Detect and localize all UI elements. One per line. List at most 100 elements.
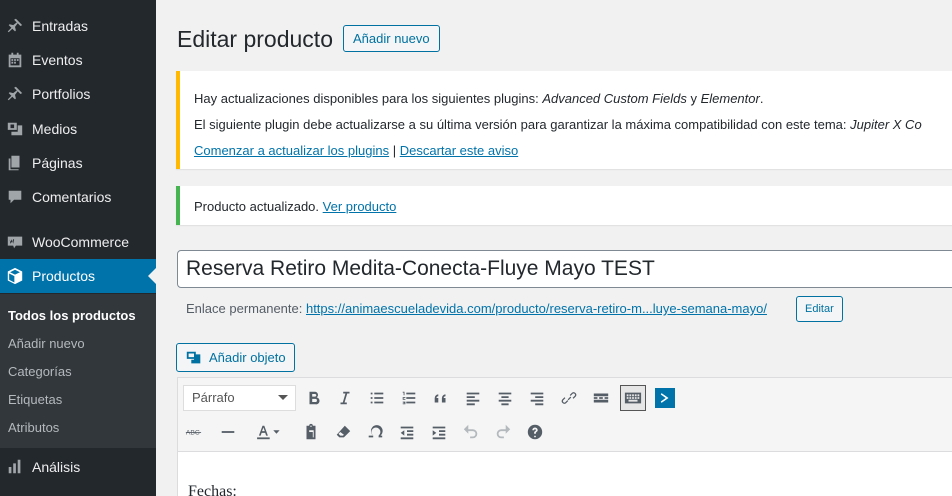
pages-icon: [5, 153, 25, 173]
notice-text: El siguiente plugin debe actualizarse a …: [194, 117, 851, 132]
clipboard-icon: [306, 423, 316, 440]
add-new-button[interactable]: Añadir nuevo: [343, 25, 440, 52]
paste-as-text-button[interactable]: [298, 419, 324, 445]
notice-text: y: [686, 91, 701, 106]
sidebar-item-label: Comentarios: [32, 189, 112, 205]
sidebar-item-comentarios[interactable]: Comentarios: [0, 180, 156, 214]
permalink-url[interactable]: https://animaescueladevida.com/producto/…: [306, 301, 767, 316]
text-color-button[interactable]: [247, 419, 287, 445]
sidebar-item-analisis[interactable]: Análisis: [0, 450, 156, 484]
bold-button[interactable]: [301, 385, 327, 411]
insert-link-button[interactable]: [556, 385, 582, 411]
align-left-icon: [466, 392, 480, 406]
sidebar-item-label: Productos: [32, 268, 96, 284]
format-select[interactable]: Párrafo: [183, 385, 296, 411]
permalink-edit-button[interactable]: Editar: [796, 296, 843, 322]
comment-icon: [5, 187, 25, 207]
plugin-name: Advanced Custom Fields: [542, 91, 687, 106]
pin-icon: [5, 16, 25, 36]
box-icon: [5, 266, 25, 286]
indent-button[interactable]: [426, 419, 452, 445]
submenu-atributos[interactable]: Atributos: [8, 420, 59, 435]
sidebar-item-label: Medios: [32, 121, 78, 137]
sidebar-item-paginas[interactable]: Páginas: [0, 146, 156, 180]
arrow-right-icon: [660, 393, 669, 403]
toolbar-toggle-button[interactable]: [620, 385, 646, 411]
undo-button[interactable]: [458, 419, 484, 445]
bullet-list-button[interactable]: [364, 385, 390, 411]
notice-line-2: El siguiente plugin debe actualizarse a …: [194, 117, 922, 132]
submenu-categorias[interactable]: Categorías: [8, 364, 72, 379]
separator: |: [389, 143, 400, 158]
keyboard-shortcuts-button[interactable]: [522, 419, 548, 445]
add-media-icon: [186, 351, 201, 363]
omega-icon: [368, 425, 383, 438]
sidebar-item-woocommerce[interactable]: WooCommerce: [0, 225, 156, 259]
horizontal-line-button[interactable]: [215, 419, 241, 445]
woo-icon: [5, 232, 25, 252]
special-character-button[interactable]: [362, 419, 388, 445]
plugin-name: Elementor: [700, 91, 760, 106]
align-left-button[interactable]: [460, 385, 486, 411]
admin-sidebar: Entradas Eventos Portfolios Medios Págin…: [0, 0, 156, 496]
sidebar-item-medios[interactable]: Medios: [0, 112, 156, 146]
align-center-button[interactable]: [492, 385, 518, 411]
sidebar-item-label: Entradas: [32, 18, 89, 34]
productos-submenu: Todos los productos Añadir nuevo Categor…: [0, 294, 156, 448]
redo-button[interactable]: [490, 419, 516, 445]
begin-update-link[interactable]: Comenzar a actualizar los plugins: [194, 143, 389, 158]
horizontal-line-icon: [221, 431, 235, 433]
editor-content[interactable]: Fechas:: [188, 483, 237, 496]
notice-line-3: Comenzar a actualizar los plugins | Desc…: [194, 143, 518, 158]
redo-icon: [496, 424, 511, 439]
content-editor: Párrafo ABC Fechas:: [177, 377, 952, 496]
clear-formatting-button[interactable]: [330, 419, 356, 445]
submenu-anadir-nuevo[interactable]: Añadir nuevo: [8, 336, 85, 351]
eraser-icon: [336, 425, 351, 438]
product-title-input[interactable]: Reserva Retiro Medita-Conecta-Fluye Mayo…: [177, 250, 952, 288]
numbered-list-button[interactable]: [396, 385, 422, 411]
notice-text: Producto actualizado.: [194, 199, 323, 214]
align-right-button[interactable]: [524, 385, 550, 411]
sidebar-item-eventos[interactable]: Eventos: [0, 43, 156, 77]
outdent-button[interactable]: [394, 419, 420, 445]
link-icon: [561, 392, 577, 404]
strikethrough-button[interactable]: ABC: [183, 419, 209, 445]
read-more-icon: [593, 393, 609, 403]
chevron-down-icon: [278, 395, 288, 400]
editor-toolbar: Párrafo ABC: [178, 378, 952, 452]
keyboard-icon: [624, 392, 642, 404]
format-select-value: Párrafo: [192, 390, 235, 405]
read-more-button[interactable]: [588, 385, 614, 411]
permalink: Enlace permanente: https://animaescuelad…: [186, 301, 767, 316]
indent-icon: [432, 426, 446, 440]
dismiss-notice-link[interactable]: Descartar este aviso: [400, 143, 519, 158]
align-center-icon: [498, 392, 512, 406]
add-media-button[interactable]: Añadir objeto: [176, 343, 295, 372]
undo-icon: [463, 424, 478, 439]
view-product-link[interactable]: Ver producto: [323, 199, 397, 214]
sidebar-item-entradas[interactable]: Entradas: [0, 9, 156, 43]
bold-icon: [309, 391, 320, 405]
blockquote-button[interactable]: [428, 385, 454, 411]
calendar-icon: [5, 50, 25, 70]
permalink-label: Enlace permanente:: [186, 301, 306, 316]
submenu-todos-los-productos[interactable]: Todos los productos: [8, 308, 136, 323]
product-updated-notice: Producto actualizado. Ver producto: [176, 186, 952, 225]
help-icon: [527, 424, 543, 440]
plugin-update-notice: Hay actualizaciones disponibles para los…: [176, 71, 952, 169]
sidebar-item-productos[interactable]: Productos: [0, 259, 156, 293]
submenu-etiquetas[interactable]: Etiquetas: [8, 392, 62, 407]
italic-button[interactable]: [332, 385, 358, 411]
strikethrough-icon: ABC: [185, 430, 202, 437]
pin-icon: [5, 84, 25, 104]
sidebar-item-portfolios[interactable]: Portfolios: [0, 77, 156, 111]
page-title: Editar producto: [177, 26, 333, 52]
plugin-name: Jupiter X Co: [850, 117, 922, 132]
sidebar-item-label: WooCommerce: [32, 234, 129, 250]
notice-line-1: Hay actualizaciones disponibles para los…: [194, 91, 763, 106]
align-right-icon: [530, 392, 544, 406]
add-media-label: Añadir objeto: [209, 350, 286, 365]
notice-text: Hay actualizaciones disponibles para los…: [194, 91, 543, 106]
jupiter-shortcode-button[interactable]: [655, 388, 675, 408]
